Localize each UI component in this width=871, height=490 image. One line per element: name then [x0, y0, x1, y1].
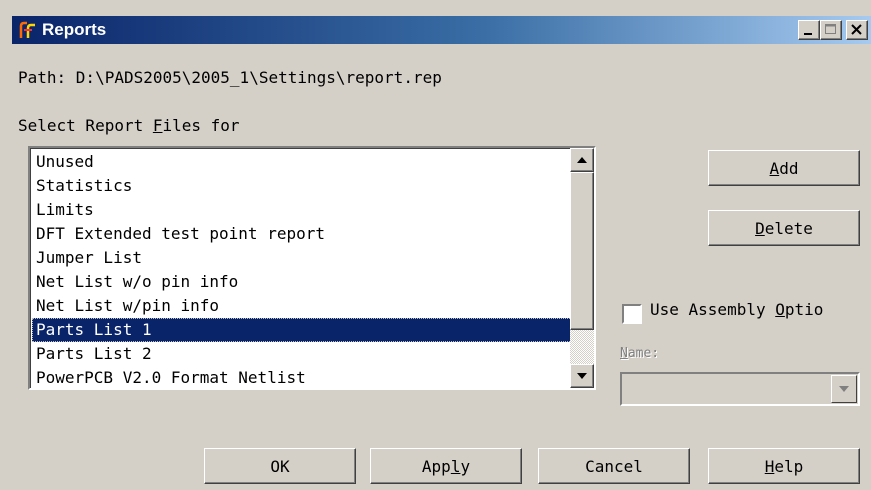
- assembly-label-prefix: Use Assembly: [650, 300, 776, 319]
- scroll-down-button[interactable]: [570, 364, 594, 388]
- maximize-icon: [825, 24, 836, 34]
- list-item[interactable]: Jumper List: [32, 246, 572, 270]
- report-path: Path: D:\PADS2005\2005_1\Settings\report…: [18, 68, 442, 87]
- ok-button[interactable]: OK: [204, 448, 356, 484]
- use-assembly-options-label[interactable]: Use Assembly Optio: [650, 300, 823, 319]
- name-dropdown-button[interactable]: [831, 375, 857, 403]
- name-combobox[interactable]: [620, 372, 860, 406]
- reports-dialog: Reports Path: D:\PADS2005\2005_1\Setting…: [0, 0, 871, 490]
- maximize-button[interactable]: [820, 20, 842, 40]
- list-item-selected[interactable]: Parts List 1: [32, 318, 572, 342]
- list-item[interactable]: Statistics: [32, 174, 572, 198]
- delete-label-rest: elete: [764, 218, 813, 238]
- help-mnemonic: H: [764, 456, 775, 476]
- minimize-icon: [804, 33, 812, 35]
- name-label-mnemonic: N: [620, 346, 628, 361]
- help-label-rest: elp: [774, 456, 804, 476]
- scrollbar-track[interactable]: [570, 330, 594, 364]
- list-item[interactable]: Limits: [32, 198, 572, 222]
- select-label-prefix: Select Report: [18, 116, 153, 135]
- window-title: Reports: [42, 20, 107, 39]
- help-button[interactable]: Help: [708, 448, 860, 484]
- close-button[interactable]: [846, 20, 868, 40]
- scrollbar-thumb[interactable]: [570, 172, 594, 330]
- scroll-up-button[interactable]: [570, 148, 594, 172]
- list-item[interactable]: Net List w/pin info: [32, 294, 572, 318]
- name-label: Name:: [620, 346, 659, 361]
- report-list: Unused Statistics Limits DFT Extended te…: [32, 150, 572, 388]
- arrow-down-icon: [577, 373, 587, 379]
- report-files-listbox[interactable]: Unused Statistics Limits DFT Extended te…: [28, 146, 596, 390]
- apply-button[interactable]: App l y: [370, 448, 522, 484]
- select-label-suffix: iles for: [162, 116, 240, 135]
- chevron-down-icon: [839, 386, 849, 392]
- list-item[interactable]: PowerPCB V2.0 Format Netlist: [32, 366, 572, 388]
- cancel-button[interactable]: Cancel: [538, 448, 690, 484]
- apply-mnemonic: l: [450, 456, 461, 476]
- select-report-files-label: Select Report Files for: [18, 116, 240, 135]
- add-label-rest: dd: [779, 158, 799, 178]
- apply-label-rest: y: [460, 456, 471, 476]
- title-bar[interactable]: Reports: [12, 16, 871, 44]
- list-item[interactable]: Net List w/o pin info: [32, 270, 572, 294]
- minimize-button[interactable]: [798, 20, 820, 40]
- list-item[interactable]: DFT Extended test point report: [32, 222, 572, 246]
- delete-button[interactable]: Delete: [708, 210, 860, 246]
- close-icon: [851, 24, 862, 35]
- delete-mnemonic: D: [755, 218, 765, 238]
- select-label-mnemonic: F: [152, 116, 163, 135]
- assembly-label-suffix: ptio: [784, 300, 824, 319]
- add-button[interactable]: Add: [708, 150, 860, 186]
- arrow-up-icon: [577, 157, 587, 163]
- vertical-scrollbar[interactable]: [570, 148, 594, 388]
- list-item[interactable]: Parts List 2: [32, 342, 572, 366]
- list-item[interactable]: Unused: [32, 150, 572, 174]
- apply-label-pre: App: [421, 456, 451, 476]
- pads-app-icon: [19, 21, 35, 38]
- name-label-suffix: ame:: [627, 346, 660, 361]
- use-assembly-options-checkbox[interactable]: [622, 304, 642, 324]
- add-mnemonic: A: [769, 158, 780, 178]
- assembly-label-mnemonic: O: [775, 300, 785, 319]
